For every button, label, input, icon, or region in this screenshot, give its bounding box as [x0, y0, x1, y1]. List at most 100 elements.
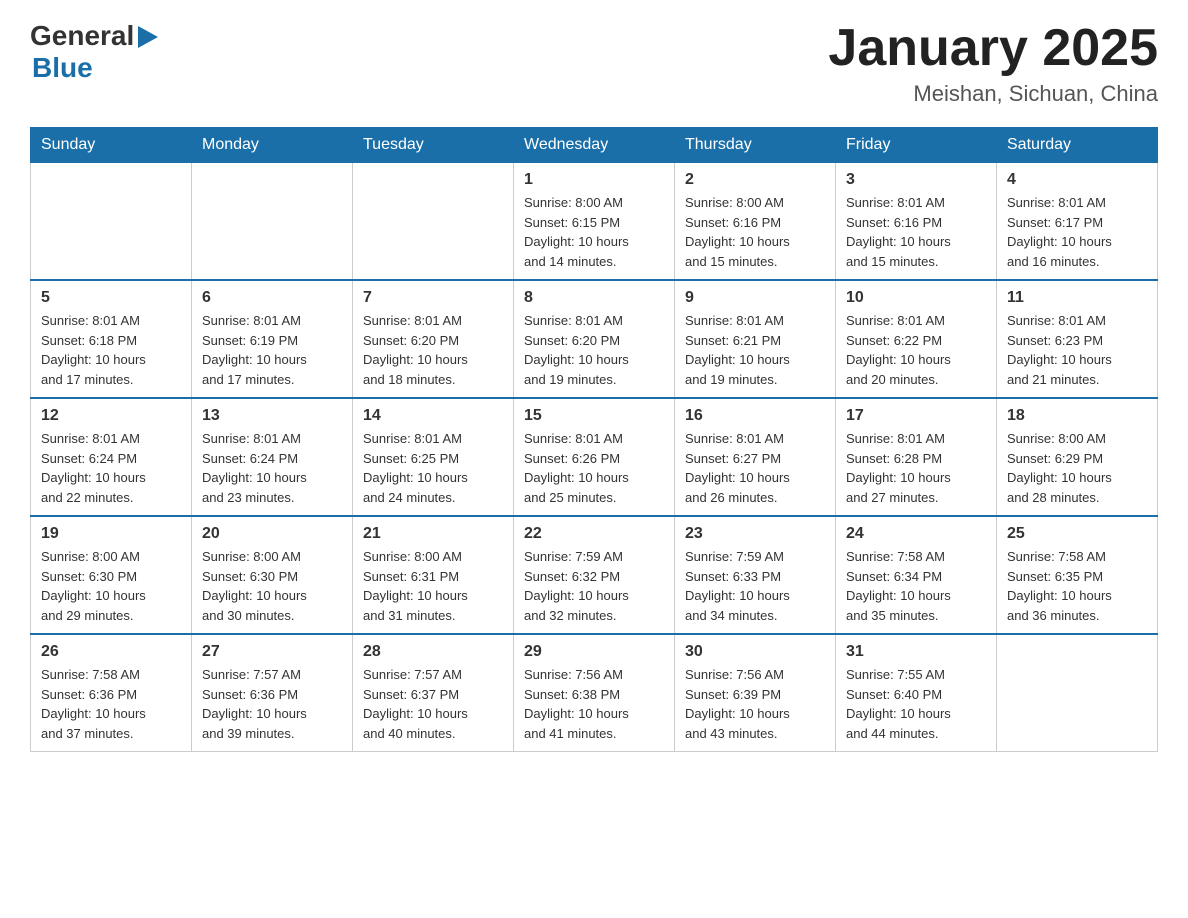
calendar-week-1: 1Sunrise: 8:00 AMSunset: 6:15 PMDaylight…	[31, 163, 1158, 281]
day-number: 8	[524, 289, 664, 307]
day-number: 12	[41, 407, 181, 425]
calendar-cell: 15Sunrise: 8:01 AMSunset: 6:26 PMDayligh…	[514, 398, 675, 516]
day-number: 7	[363, 289, 503, 307]
calendar-cell	[31, 163, 192, 281]
day-info: Sunrise: 7:55 AMSunset: 6:40 PMDaylight:…	[846, 665, 986, 743]
weekday-header-saturday: Saturday	[997, 128, 1158, 163]
calendar-cell: 3Sunrise: 8:01 AMSunset: 6:16 PMDaylight…	[836, 163, 997, 281]
day-number: 25	[1007, 525, 1147, 543]
day-number: 27	[202, 643, 342, 661]
calendar-cell: 12 Sunrise: 8:01 AMSunset: 6:24 PMDayligh…	[31, 398, 192, 516]
day-info: Sunrise: 7:58 AMSunset: 6:34 PMDaylight:…	[846, 547, 986, 625]
day-number: 11	[1007, 289, 1147, 307]
calendar-cell: 11 Sunrise: 8:01 AMSunset: 6:23 PMDayligh…	[997, 280, 1158, 398]
calendar-cell: 30 Sunrise: 7:56 AMSunset: 6:39 PMDayligh…	[675, 634, 836, 752]
day-number: 19	[41, 525, 181, 543]
calendar-body: 1Sunrise: 8:00 AMSunset: 6:15 PMDaylight…	[31, 163, 1158, 752]
day-info: Sunrise: 8:01 AMSunset: 6:22 PMDaylight:…	[846, 311, 986, 389]
day-info: Sunrise: 8:01 AMSunset: 6:26 PMDaylight:…	[524, 429, 664, 507]
day-info: Sunrise: 8:01 AMSunset: 6:20 PMDaylight:…	[363, 311, 503, 389]
calendar-cell: 25 Sunrise: 7:58 AMSunset: 6:35 PMDayligh…	[997, 516, 1158, 634]
calendar-cell: 16Sunrise: 8:01 AMSunset: 6:27 PMDayligh…	[675, 398, 836, 516]
calendar-cell: 31 Sunrise: 7:55 AMSunset: 6:40 PMDayligh…	[836, 634, 997, 752]
calendar-cell: 17 Sunrise: 8:01 AMSunset: 6:28 PMDayligh…	[836, 398, 997, 516]
day-info: Sunrise: 7:56 AMSunset: 6:38 PMDaylight:…	[524, 665, 664, 743]
day-number: 1	[524, 171, 664, 189]
day-number: 6	[202, 289, 342, 307]
logo-general-text: General	[30, 20, 134, 52]
day-info: Sunrise: 8:01 AMSunset: 6:24 PMDaylight:…	[202, 429, 342, 507]
day-number: 24	[846, 525, 986, 543]
day-info: Sunrise: 8:01 AMSunset: 6:28 PMDaylight:…	[846, 429, 986, 507]
day-number: 13	[202, 407, 342, 425]
day-number: 9	[685, 289, 825, 307]
calendar-cell: 9 Sunrise: 8:01 AMSunset: 6:21 PMDaylight…	[675, 280, 836, 398]
day-info: Sunrise: 7:59 AMSunset: 6:32 PMDaylight:…	[524, 547, 664, 625]
day-number: 18	[1007, 407, 1147, 425]
day-number: 4	[1007, 171, 1147, 189]
calendar-cell: 5 Sunrise: 8:01 AMSunset: 6:18 PMDaylight…	[31, 280, 192, 398]
logo: General Blue	[30, 20, 158, 84]
calendar-cell: 10 Sunrise: 8:01 AMSunset: 6:22 PMDayligh…	[836, 280, 997, 398]
day-number: 22	[524, 525, 664, 543]
day-number: 17	[846, 407, 986, 425]
day-info: Sunrise: 8:01 AMSunset: 6:19 PMDaylight:…	[202, 311, 342, 389]
day-number: 20	[202, 525, 342, 543]
day-info: Sunrise: 7:57 AMSunset: 6:36 PMDaylight:…	[202, 665, 342, 743]
day-number: 2	[685, 171, 825, 189]
calendar-cell: 24 Sunrise: 7:58 AMSunset: 6:34 PMDayligh…	[836, 516, 997, 634]
calendar-cell	[997, 634, 1158, 752]
day-info: Sunrise: 8:00 AMSunset: 6:30 PMDaylight:…	[202, 547, 342, 625]
day-number: 31	[846, 643, 986, 661]
day-info: Sunrise: 8:00 AMSunset: 6:16 PMDaylight:…	[685, 193, 825, 271]
weekday-header-monday: Monday	[192, 128, 353, 163]
day-info: Sunrise: 7:56 AMSunset: 6:39 PMDaylight:…	[685, 665, 825, 743]
day-number: 3	[846, 171, 986, 189]
day-info: Sunrise: 8:01 AMSunset: 6:24 PMDaylight:…	[41, 429, 181, 507]
calendar-cell: 6 Sunrise: 8:01 AMSunset: 6:19 PMDaylight…	[192, 280, 353, 398]
day-info: Sunrise: 7:58 AMSunset: 6:36 PMDaylight:…	[41, 665, 181, 743]
weekday-header-sunday: Sunday	[31, 128, 192, 163]
calendar-cell: 21 Sunrise: 8:00 AMSunset: 6:31 PMDayligh…	[353, 516, 514, 634]
calendar-week-4: 19 Sunrise: 8:00 AMSunset: 6:30 PMDayligh…	[31, 516, 1158, 634]
calendar-cell: 1Sunrise: 8:00 AMSunset: 6:15 PMDaylight…	[514, 163, 675, 281]
calendar-cell: 2 Sunrise: 8:00 AMSunset: 6:16 PMDaylight…	[675, 163, 836, 281]
location-text: Meishan, Sichuan, China	[828, 81, 1158, 107]
day-info: Sunrise: 8:01 AMSunset: 6:21 PMDaylight:…	[685, 311, 825, 389]
calendar-cell: 26Sunrise: 7:58 AMSunset: 6:36 PMDayligh…	[31, 634, 192, 752]
calendar-cell: 8Sunrise: 8:01 AMSunset: 6:20 PMDaylight…	[514, 280, 675, 398]
calendar-cell: 7 Sunrise: 8:01 AMSunset: 6:20 PMDaylight…	[353, 280, 514, 398]
calendar-week-3: 12 Sunrise: 8:01 AMSunset: 6:24 PMDayligh…	[31, 398, 1158, 516]
weekday-header-thursday: Thursday	[675, 128, 836, 163]
day-info: Sunrise: 8:00 AMSunset: 6:29 PMDaylight:…	[1007, 429, 1147, 507]
day-number: 14	[363, 407, 503, 425]
day-number: 30	[685, 643, 825, 661]
day-info: Sunrise: 7:59 AMSunset: 6:33 PMDaylight:…	[685, 547, 825, 625]
calendar-cell	[192, 163, 353, 281]
day-number: 10	[846, 289, 986, 307]
day-number: 5	[41, 289, 181, 307]
weekday-header-tuesday: Tuesday	[353, 128, 514, 163]
calendar-cell: 22 Sunrise: 7:59 AMSunset: 6:32 PMDayligh…	[514, 516, 675, 634]
page-header: General Blue January 2025 Meishan, Sichu…	[30, 20, 1158, 107]
day-info: Sunrise: 8:01 AMSunset: 6:18 PMDaylight:…	[41, 311, 181, 389]
calendar-cell: 13 Sunrise: 8:01 AMSunset: 6:24 PMDayligh…	[192, 398, 353, 516]
calendar-cell: 27 Sunrise: 7:57 AMSunset: 6:36 PMDayligh…	[192, 634, 353, 752]
calendar-cell: 14Sunrise: 8:01 AMSunset: 6:25 PMDayligh…	[353, 398, 514, 516]
day-number: 29	[524, 643, 664, 661]
day-info: Sunrise: 8:01 AMSunset: 6:23 PMDaylight:…	[1007, 311, 1147, 389]
calendar-cell: 28 Sunrise: 7:57 AMSunset: 6:37 PMDayligh…	[353, 634, 514, 752]
calendar-cell: 29 Sunrise: 7:56 AMSunset: 6:38 PMDayligh…	[514, 634, 675, 752]
calendar-cell: 4Sunrise: 8:01 AMSunset: 6:17 PMDaylight…	[997, 163, 1158, 281]
day-number: 23	[685, 525, 825, 543]
day-number: 21	[363, 525, 503, 543]
day-info: Sunrise: 7:58 AMSunset: 6:35 PMDaylight:…	[1007, 547, 1147, 625]
title-block: January 2025 Meishan, Sichuan, China	[828, 20, 1158, 107]
logo-blue-text: Blue	[32, 52, 93, 83]
weekday-header-wednesday: Wednesday	[514, 128, 675, 163]
day-info: Sunrise: 8:01 AMSunset: 6:27 PMDaylight:…	[685, 429, 825, 507]
day-number: 28	[363, 643, 503, 661]
day-info: Sunrise: 7:57 AMSunset: 6:37 PMDaylight:…	[363, 665, 503, 743]
day-info: Sunrise: 8:00 AMSunset: 6:31 PMDaylight:…	[363, 547, 503, 625]
calendar-week-2: 5 Sunrise: 8:01 AMSunset: 6:18 PMDaylight…	[31, 280, 1158, 398]
